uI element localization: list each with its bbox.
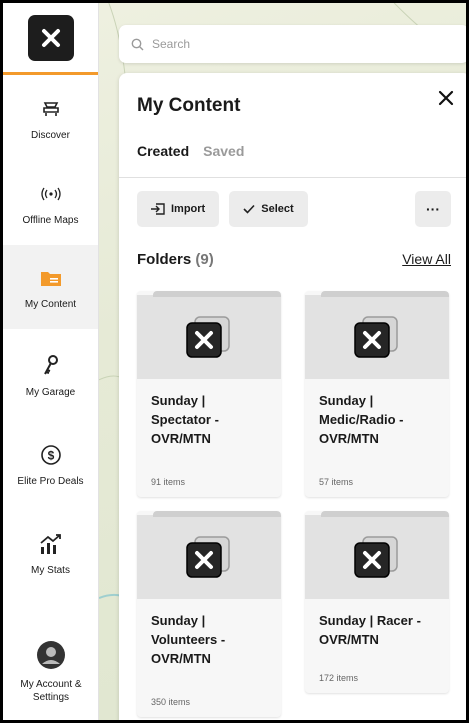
folder-item-count: 91 items xyxy=(151,477,186,487)
view-all-link[interactable]: View All xyxy=(402,251,451,267)
select-label: Select xyxy=(261,203,294,215)
sidebar-item-my-account-settings[interactable]: My Account & Settings xyxy=(3,632,99,712)
avatar-icon xyxy=(37,640,65,670)
folder-item-count: 172 items xyxy=(319,673,359,683)
folder-tab xyxy=(321,511,449,517)
folder-name-line: OVR/MTN xyxy=(151,431,211,446)
folder-name-line: OVR/MTN xyxy=(151,651,211,666)
folder-name-line: Sunday | Racer - xyxy=(319,613,421,628)
folder-item-count: 57 items xyxy=(319,477,354,487)
close-x-logo-icon xyxy=(41,28,60,47)
import-label: Import xyxy=(171,203,206,215)
divider xyxy=(119,177,466,178)
folder-name-line: Volunteers - xyxy=(151,632,226,647)
panel-title: My Content xyxy=(137,95,241,116)
more-icon: ··· xyxy=(426,201,440,217)
folder-name-line: Medic/Radio - xyxy=(319,412,404,427)
folder-name-line: Spectator - xyxy=(151,412,219,427)
folder-item-count: 350 items xyxy=(151,697,191,707)
folder-x-logo-icon xyxy=(354,536,398,578)
folder-thumbnail xyxy=(305,515,449,599)
more-options-button[interactable]: ··· xyxy=(415,191,451,227)
folder-thumbnail xyxy=(305,295,449,379)
sidebar: Discover Offline Maps My Content My Gara… xyxy=(3,3,99,720)
sidebar-item-discover[interactable]: Discover xyxy=(3,75,98,161)
dollar-icon: $ xyxy=(40,442,62,468)
sidebar-item-label: My Account & Settings xyxy=(20,679,82,703)
folder-name-line: Sunday | xyxy=(151,393,206,408)
folders-heading-label: Folders xyxy=(137,251,192,268)
folder-name-line: OVR/MTN xyxy=(319,431,379,446)
sidebar-item-label: Discover xyxy=(31,129,70,141)
folder-name: Sunday | Racer - OVR/MTN xyxy=(305,599,449,649)
my-content-panel: My Content Created Saved Import Select ·… xyxy=(119,73,466,720)
sidebar-item-my-content[interactable]: My Content xyxy=(3,245,98,329)
folder-tab xyxy=(321,291,449,297)
discover-icon xyxy=(41,96,61,122)
folder-name: Sunday | Medic/Radio - OVR/MTN xyxy=(305,379,449,448)
sidebar-item-elite-pro-deals[interactable]: $ Elite Pro Deals xyxy=(3,421,98,507)
app-frame: Discover Offline Maps My Content My Gara… xyxy=(0,0,469,723)
folder-card[interactable]: Sunday | Volunteers - OVR/MTN 350 items xyxy=(137,511,281,717)
close-icon[interactable] xyxy=(437,89,455,107)
content-tabs: Created Saved xyxy=(137,143,244,159)
folder-name-line: Sunday | xyxy=(319,393,374,408)
folder-thumbnail xyxy=(137,295,281,379)
toolbar: Import Select xyxy=(137,191,308,227)
import-icon xyxy=(151,203,165,215)
checkmark-icon xyxy=(243,204,255,214)
stats-icon xyxy=(39,531,63,557)
folder-name: Sunday | Spectator - OVR/MTN xyxy=(137,379,281,448)
folder-card[interactable]: Sunday | Racer - OVR/MTN 172 items xyxy=(305,511,449,693)
select-button[interactable]: Select xyxy=(229,191,308,227)
folder-x-logo-icon xyxy=(186,536,230,578)
folder-card[interactable]: Sunday | Medic/Radio - OVR/MTN 57 items xyxy=(305,291,449,497)
garage-keys-icon xyxy=(41,353,61,379)
sidebar-item-my-stats[interactable]: My Stats xyxy=(3,507,98,599)
logo-area xyxy=(3,3,98,75)
folder-tab xyxy=(153,291,281,297)
sidebar-item-label: Elite Pro Deals xyxy=(17,475,84,487)
folder-name-line: OVR/MTN xyxy=(319,632,379,647)
folder-x-logo-icon xyxy=(186,316,230,358)
folder-name: Sunday | Volunteers - OVR/MTN xyxy=(137,599,281,668)
search-bar[interactable] xyxy=(119,25,466,63)
svg-text:$: $ xyxy=(47,448,54,462)
import-button[interactable]: Import xyxy=(137,191,220,227)
folders-count: (9) xyxy=(195,251,214,268)
sidebar-item-label: My Stats xyxy=(31,564,70,576)
folder-name-line: Sunday | xyxy=(151,613,206,628)
folder-card[interactable]: Sunday | Spectator - OVR/MTN 91 items xyxy=(137,291,281,497)
search-icon xyxy=(131,38,144,50)
folders-heading: Folders (9) xyxy=(137,251,214,268)
sidebar-item-label: My Garage xyxy=(25,386,76,398)
folder-thumbnail xyxy=(137,515,281,599)
offline-maps-icon xyxy=(40,181,62,207)
folder-x-logo-icon xyxy=(354,316,398,358)
app-logo[interactable] xyxy=(27,14,74,61)
sidebar-item-offline-maps[interactable]: Offline Maps xyxy=(3,161,98,245)
tab-saved[interactable]: Saved xyxy=(203,143,244,159)
tab-created[interactable]: Created xyxy=(137,143,189,159)
sidebar-item-label: My Content xyxy=(24,298,77,310)
folder-icon xyxy=(40,265,61,291)
folder-tab xyxy=(153,511,281,517)
search-input[interactable] xyxy=(152,37,452,51)
sidebar-item-label: Offline Maps xyxy=(22,214,79,226)
sidebar-item-my-garage[interactable]: My Garage xyxy=(3,329,98,421)
